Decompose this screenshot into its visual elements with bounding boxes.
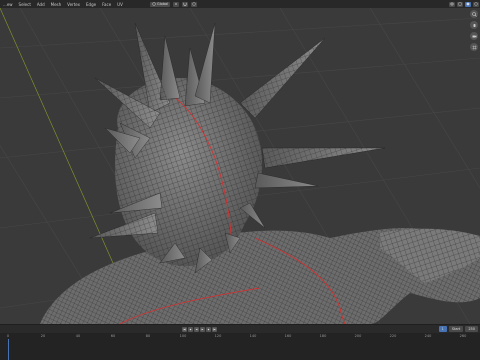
start-frame-field[interactable]: Start [448,326,464,332]
menu-edge[interactable]: Edge [83,2,99,7]
camera-icon [472,35,476,37]
frame-label: 80 [145,334,151,338]
play-icon [201,328,204,331]
viewport-scene [0,8,480,324]
menu-select[interactable]: Select [16,2,34,7]
transform-controls: Global [150,1,198,7]
frame-label: 260 [459,334,467,338]
camera-view-button[interactable] [470,32,478,40]
menu-uv[interactable]: UV [114,2,126,7]
hand-icon [473,23,475,27]
frame-label: 120 [214,334,222,338]
orientation-icon [152,2,156,6]
jump-start-button[interactable] [182,327,187,332]
proportional-icon [192,2,196,6]
pivot-icon [175,3,177,5]
frame-label: 160 [284,334,292,338]
jump-end-icon [213,328,216,331]
zoom-button[interactable] [470,10,478,18]
viewport-shading-controls [449,1,479,7]
jump-start-icon [183,328,186,331]
timeline-ruler[interactable]: 0 20 40 60 80 100 120 140 160 180 200 22… [0,333,480,360]
menu-mesh[interactable]: Mesh [48,2,65,7]
current-frame-field[interactable]: 1 [438,326,447,332]
frame-label: 240 [424,334,432,338]
frame-label: 200 [354,334,362,338]
navigation-gizmo [470,10,478,51]
transform-orientation-dropdown[interactable]: Global [150,1,171,7]
material-shading-button[interactable] [473,1,479,7]
frame-label: 60 [110,334,116,338]
material-sphere-icon [474,2,478,6]
frame-label: 180 [319,334,327,338]
frame-range: 1 Start 250 [438,326,478,332]
menu-view[interactable]: ...ew [0,2,16,7]
menu-add[interactable]: Add [34,2,48,7]
frame-label: 220 [389,334,397,338]
prev-key-icon [189,328,192,331]
xray-toggle[interactable] [457,1,463,7]
play-reverse-button[interactable] [194,327,199,332]
play-reverse-icon [195,328,198,331]
frame-label: 140 [249,334,257,338]
perspective-toggle[interactable] [470,43,478,51]
menu-face[interactable]: Face [99,2,114,7]
transform-orientation-label: Global [157,2,169,6]
frame-label: 40 [75,334,81,338]
pan-button[interactable] [470,21,478,29]
jump-end-button[interactable] [212,327,217,332]
proportional-editing-toggle[interactable] [191,1,198,7]
grid-icon [472,45,476,49]
frame-label: 100 [179,334,187,338]
3d-viewport[interactable] [0,8,480,324]
frame-label: 0 [6,334,10,338]
overlay-toggle[interactable] [449,1,455,7]
end-frame-field[interactable]: 250 [465,326,478,332]
play-button[interactable] [200,327,205,332]
snap-toggle[interactable] [182,1,189,7]
body-mesh [40,228,480,324]
menu-vertex[interactable]: Vertex [64,2,83,7]
xray-icon [458,2,462,6]
pivot-point-button[interactable] [173,1,180,7]
solid-sphere-icon [466,2,470,6]
playback-controls [182,327,217,332]
next-key-icon [207,328,210,331]
playhead[interactable] [8,339,9,360]
prev-keyframe-button[interactable] [188,327,193,332]
solid-shading-button[interactable] [465,1,471,7]
frame-label: 20 [40,334,46,338]
header-bar: ...ew Select Add Mesh Vertex Edge Face U… [0,0,480,8]
next-keyframe-button[interactable] [206,327,211,332]
overlay-icon [450,2,454,6]
magnet-icon [183,2,187,6]
magnifier-icon [471,11,477,17]
